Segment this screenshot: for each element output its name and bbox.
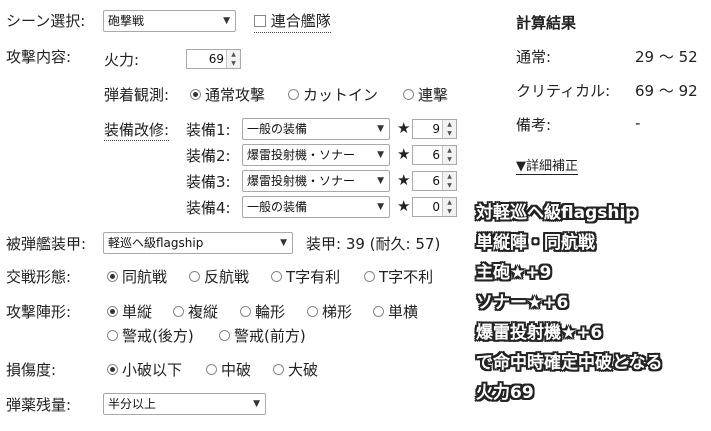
chevron-down-icon: ▼ [377, 176, 384, 186]
target-select[interactable]: 軽巡ヘ級flagship ▼ [103, 232, 293, 254]
normal-value: 29 ～ 52 [635, 48, 698, 66]
overlay-line-2: 単縦陣・同航戦 [476, 233, 595, 253]
overlay-line-1: 対軽巡ヘ級flagship [476, 203, 638, 223]
spinner-arrows-icon[interactable]: ▲ ▼ [442, 120, 456, 138]
radio-icon[interactable] [240, 306, 251, 317]
formation-option-vanguard-front[interactable]: 警戒(前方) [219, 325, 306, 346]
equipment-3-label: 装備3: [186, 173, 231, 191]
overlay-line-6: で命中時確定中破となる [476, 353, 663, 373]
formation-option-vanguard-rear[interactable]: 警戒(後方) [107, 325, 194, 346]
overlay-line-7: 火力69 [476, 383, 534, 403]
damage-option-minor[interactable]: 小破以下 [107, 359, 182, 380]
engagement-option-parallel[interactable]: 同航戦 [107, 266, 167, 287]
equipment-1-label: 装備1: [186, 121, 231, 139]
equipment-2-level[interactable]: 6 ▲ ▼ [412, 145, 457, 165]
chevron-down-icon: ▼ [280, 238, 287, 248]
firepower-input[interactable]: 69 ▲ ▼ [186, 49, 241, 69]
formation-option-diamond[interactable]: 輪形 [240, 301, 285, 322]
equipment-1-select[interactable]: 一般の装備 ▼ [242, 118, 390, 140]
detail-correction-link[interactable]: ▼詳細補正 [516, 155, 578, 175]
equipment-1-level[interactable]: 9 ▲ ▼ [412, 119, 457, 139]
radio-icon[interactable] [173, 306, 184, 317]
critical-label: クリティカル: [516, 82, 611, 100]
combined-fleet-label: 連合艦隊 [270, 12, 331, 30]
overlay-line-4: ソナー★+6 [476, 293, 569, 313]
radio-icon[interactable] [307, 306, 318, 317]
engagement-option-headon[interactable]: 反航戦 [189, 266, 249, 287]
engagement-option-t-disadvantage[interactable]: T字不利 [364, 266, 433, 287]
results-title: 計算結果 [516, 14, 577, 32]
star-icon: ★ [397, 119, 411, 137]
radio-icon[interactable] [206, 364, 217, 375]
equipment-3-select[interactable]: 爆雷投射機・ソナー ▼ [242, 170, 390, 192]
ammo-label: 弾薬残量: [6, 396, 72, 414]
firepower-label: 火力: [104, 51, 140, 69]
radio-icon[interactable] [403, 89, 414, 100]
chevron-down-icon: ▼ [223, 16, 230, 26]
chevron-down-icon: ▼ [377, 124, 384, 134]
equipment-4-level[interactable]: 0 ▲ ▼ [412, 197, 457, 217]
damage-option-moderate[interactable]: 中破 [206, 359, 251, 380]
spinner-arrows-icon[interactable]: ▲ ▼ [442, 146, 456, 164]
spotting-option-normal[interactable]: 通常攻撃 [190, 84, 265, 105]
radio-icon[interactable] [373, 306, 384, 317]
spinner-arrows-icon[interactable]: ▲ ▼ [442, 172, 456, 190]
radio-icon[interactable] [107, 306, 118, 317]
scene-select-value: 砲撃戦 [108, 14, 145, 28]
chevron-down-icon: ▼ [377, 202, 384, 212]
equipment-2-label: 装備2: [186, 147, 231, 165]
spinner-arrows-icon[interactable]: ▲ ▼ [226, 50, 240, 68]
star-icon: ★ [397, 197, 411, 215]
firepower-value: 69 [208, 52, 224, 66]
star-icon: ★ [397, 145, 411, 163]
critical-value: 69 ～ 92 [635, 82, 698, 100]
combined-fleet-checkbox[interactable]: 連合艦隊 [254, 10, 331, 33]
attack-label: 攻撃内容: [6, 48, 72, 66]
note-value: - [635, 114, 641, 132]
radio-icon[interactable] [107, 364, 118, 375]
improvement-label[interactable]: 装備改修: [104, 119, 170, 141]
target-label: 被弾艦装甲: [6, 235, 87, 253]
formation-option-echelon[interactable]: 梯形 [307, 301, 352, 322]
engagement-label: 交戦形態: [6, 268, 72, 286]
equipment-2-select[interactable]: 爆雷投射機・ソナー ▼ [242, 144, 390, 166]
equipment-4-select[interactable]: 一般の装備 ▼ [242, 196, 390, 218]
spotting-option-double[interactable]: 連撃 [403, 84, 448, 105]
radio-icon[interactable] [189, 271, 200, 282]
chevron-down-icon: ▼ [377, 150, 384, 160]
scene-select[interactable]: 砲撃戦 ▼ [103, 10, 236, 32]
radio-icon[interactable] [364, 271, 375, 282]
radio-icon[interactable] [273, 364, 284, 375]
formation-option-line-ahead[interactable]: 単縦 [107, 301, 152, 322]
overlay-line-5: 爆雷投射機★+6 [476, 323, 603, 343]
note-label: 備考: [516, 116, 552, 134]
spotting-option-cutin[interactable]: カットイン [288, 84, 378, 105]
star-icon: ★ [397, 171, 411, 189]
equipment-4-label: 装備4: [186, 199, 231, 217]
radio-icon[interactable] [107, 271, 118, 282]
equipment-3-level[interactable]: 6 ▲ ▼ [412, 171, 457, 191]
ammo-select[interactable]: 半分以上 ▼ [103, 393, 266, 415]
checkbox-icon[interactable] [254, 14, 266, 27]
formation-option-double-line[interactable]: 複縦 [173, 301, 218, 322]
damage-label: 損傷度: [6, 361, 57, 379]
engagement-option-t-advantage[interactable]: T字有利 [271, 266, 340, 287]
radio-icon[interactable] [190, 89, 201, 100]
armor-text: 装甲: 39 (耐久: 57) [306, 235, 441, 253]
scene-label: シーン選択: [6, 12, 86, 30]
overlay-line-3: 主砲★+9 [476, 263, 552, 283]
radio-icon[interactable] [107, 330, 118, 341]
spinner-arrows-icon[interactable]: ▲ ▼ [442, 198, 456, 216]
radio-icon[interactable] [219, 330, 230, 341]
radio-icon[interactable] [271, 271, 282, 282]
spotting-label: 弾着観測: [104, 86, 170, 104]
chevron-down-icon: ▼ [253, 399, 260, 409]
normal-label: 通常: [516, 48, 552, 66]
formation-label: 攻撃陣形: [6, 303, 72, 321]
formation-option-line-abreast[interactable]: 単横 [373, 301, 418, 322]
radio-icon[interactable] [288, 89, 299, 100]
damage-option-heavy[interactable]: 大破 [273, 359, 318, 380]
